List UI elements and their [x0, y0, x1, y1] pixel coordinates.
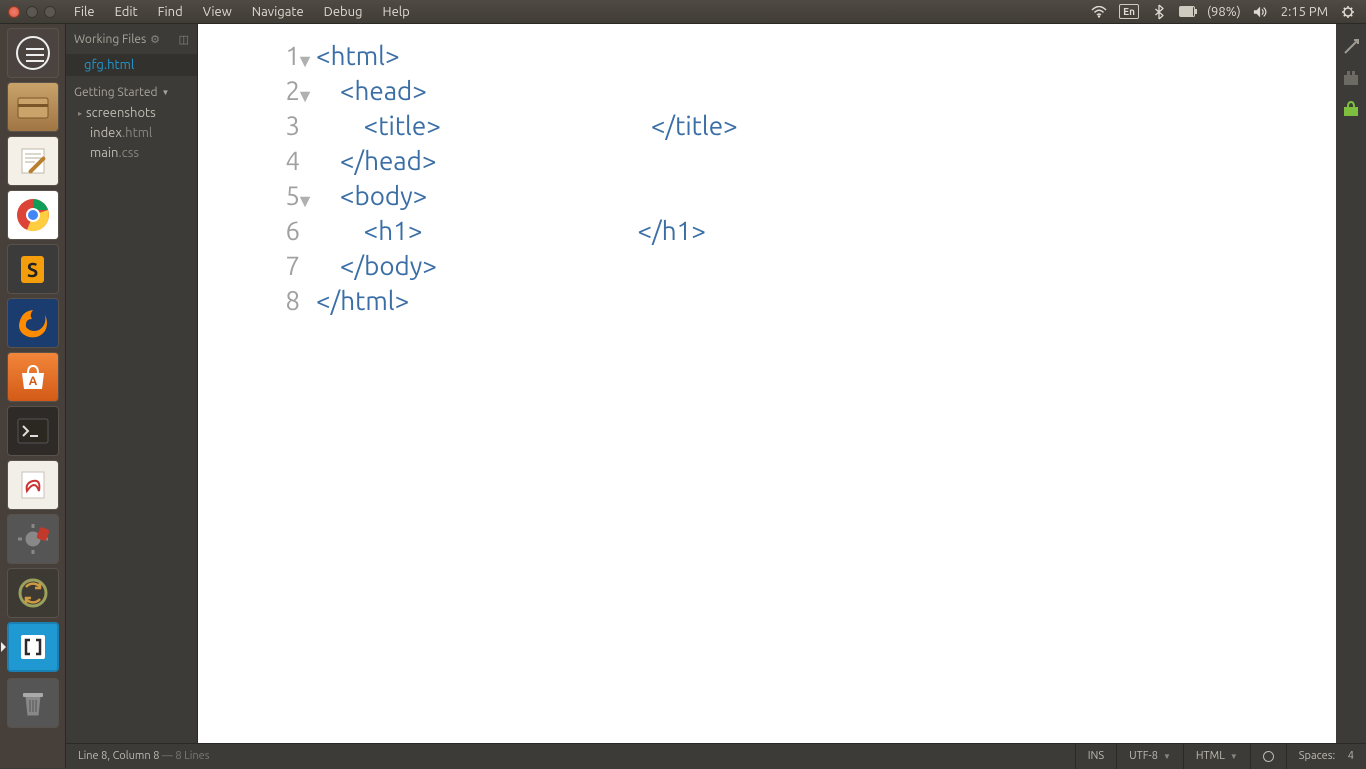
window-controls	[0, 6, 64, 18]
system-tray: En (98%) 2:15 PM	[1081, 4, 1366, 20]
menu-find[interactable]: Find	[148, 0, 193, 24]
launcher-sublime[interactable]: S	[7, 244, 59, 294]
file-item[interactable]: main.css	[66, 143, 197, 163]
lint-status[interactable]	[1250, 744, 1286, 769]
chevron-down-icon: ▼	[1230, 752, 1238, 761]
session-icon[interactable]	[1340, 4, 1356, 20]
language-mode-selector[interactable]: HTML ▼	[1183, 744, 1250, 769]
working-file-item[interactable]: gfg.html	[66, 54, 197, 76]
live-preview-icon[interactable]	[1342, 38, 1360, 56]
menu-help[interactable]: Help	[373, 0, 420, 24]
file-item[interactable]: index.html	[66, 123, 197, 143]
extension-manager-icon[interactable]	[1342, 70, 1360, 86]
working-files-label: Working Files	[74, 33, 146, 46]
file-name: index	[90, 126, 122, 140]
launcher-document-viewer[interactable]	[7, 460, 59, 510]
svg-text:A: A	[28, 375, 37, 388]
launcher-settings[interactable]	[7, 514, 59, 564]
menu-view[interactable]: View	[193, 0, 242, 24]
getting-started-section[interactable]: Getting Started ▼	[66, 76, 197, 103]
language-mode-text: HTML	[1196, 750, 1225, 762]
brackets-window: Working Files ⚙ ◫ gfg.html Getting Start…	[66, 24, 1366, 768]
folder-item[interactable]: ▸ screenshots	[66, 103, 197, 123]
code-area[interactable]: <html> <head> <title></title> </head> <b…	[316, 24, 1336, 743]
battery-percent: (98%)	[1207, 5, 1241, 19]
status-bar: Line 8, Column 8 — 8 Lines INS UTF-8 ▼ HT…	[66, 743, 1366, 768]
launcher-terminal[interactable]	[7, 406, 59, 456]
split-view-icon[interactable]: ◫	[179, 33, 189, 46]
code-editor[interactable]: 1▼2▼345▼678 <html> <head> <title></title…	[198, 24, 1336, 743]
insert-mode-indicator[interactable]: INS	[1075, 744, 1116, 769]
file-ext: .html	[122, 126, 152, 140]
indent-selector[interactable]: Spaces: 4	[1286, 744, 1366, 769]
battery-icon[interactable]	[1179, 4, 1195, 20]
circle-icon	[1263, 751, 1274, 762]
launcher-files[interactable]	[7, 82, 59, 132]
menu-navigate[interactable]: Navigate	[242, 0, 314, 24]
right-toolbar	[1336, 24, 1366, 743]
chevron-down-icon: ▼	[1163, 752, 1171, 761]
launcher-software-center[interactable]: A	[7, 352, 59, 402]
keyboard-lang-indicator[interactable]: En	[1119, 4, 1139, 19]
extensions-update-icon[interactable]	[1342, 100, 1360, 118]
system-menubar: File Edit Find View Navigate Debug Help …	[0, 0, 1366, 24]
launcher-chrome[interactable]	[7, 190, 59, 240]
chevron-right-icon: ▸	[78, 109, 82, 118]
bluetooth-icon[interactable]	[1151, 4, 1167, 20]
encoding-text: UTF-8	[1129, 750, 1158, 762]
launcher-software-updater[interactable]	[7, 568, 59, 618]
menu-file[interactable]: File	[64, 0, 105, 24]
launcher-text-editor[interactable]	[7, 136, 59, 186]
chevron-down-icon: ▼	[161, 88, 169, 97]
menu-edit[interactable]: Edit	[105, 0, 148, 24]
wifi-icon[interactable]	[1091, 4, 1107, 20]
total-lines-text: — 8 Lines	[159, 750, 209, 762]
gear-icon[interactable]: ⚙	[150, 33, 160, 46]
menu-debug[interactable]: Debug	[314, 0, 373, 24]
insert-mode-text: INS	[1088, 750, 1104, 762]
app-menu: File Edit Find View Navigate Debug Help	[64, 0, 420, 24]
line-number-gutter: 1▼2▼345▼678	[198, 24, 316, 743]
maximize-button[interactable]	[44, 6, 56, 18]
cursor-position-text: Line 8, Column 8	[78, 750, 159, 762]
launcher-firefox[interactable]	[7, 298, 59, 348]
launcher-dash[interactable]	[7, 28, 59, 78]
close-button[interactable]	[8, 6, 20, 18]
file-ext: .css	[118, 146, 139, 160]
minimize-button[interactable]	[26, 6, 38, 18]
encoding-selector[interactable]: UTF-8 ▼	[1116, 744, 1183, 769]
launcher-trash[interactable]	[7, 678, 59, 728]
file-name: main	[90, 146, 118, 160]
folder-label: screenshots	[86, 106, 156, 120]
working-files-header[interactable]: Working Files ⚙ ◫	[66, 24, 197, 54]
clock[interactable]: 2:15 PM	[1281, 5, 1328, 19]
unity-launcher: S A	[0, 24, 66, 768]
cursor-position[interactable]: Line 8, Column 8 — 8 Lines	[66, 750, 222, 762]
volume-icon[interactable]	[1253, 4, 1269, 20]
getting-started-label: Getting Started	[74, 86, 157, 99]
indent-value: 4	[1348, 750, 1354, 762]
indent-label: Spaces:	[1299, 750, 1336, 762]
sidebar: Working Files ⚙ ◫ gfg.html Getting Start…	[66, 24, 198, 743]
launcher-brackets[interactable]	[7, 622, 59, 672]
